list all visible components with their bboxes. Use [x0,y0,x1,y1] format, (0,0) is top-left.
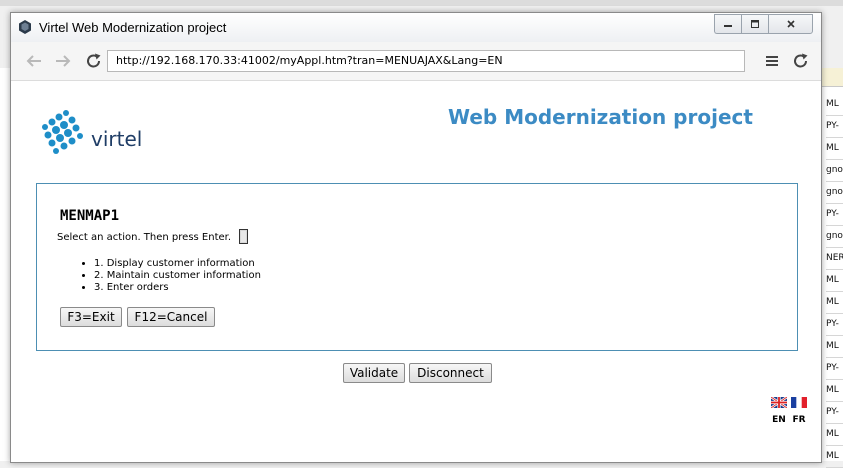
back-arrow-icon[interactable] [25,53,43,69]
reload-icon[interactable] [85,53,103,69]
background-row: gnor [826,226,843,248]
minimize-button[interactable] [714,14,741,34]
browser-toolbar: http://192.168.170.33:41002/myAppl.htm?t… [11,42,821,81]
background-row: ML [826,446,843,468]
background-app-rows: ML PY- ML gnor gnor PY- gnor NER ML ML P… [826,94,843,468]
maximize-icon [751,20,759,28]
background-row: gnor [826,182,843,204]
url-input[interactable]: http://192.168.170.33:41002/myAppl.htm?t… [107,50,745,72]
logo-text: virtel [91,127,143,151]
background-row: ML [826,424,843,446]
background-row: NER [826,248,843,270]
page-heading: Web Modernization project [448,105,753,129]
f12-cancel-button[interactable]: F12=Cancel [127,307,215,327]
background-row: gnor [826,160,843,182]
background-row: ML [826,138,843,160]
background-row: PY- [826,314,843,336]
action-input[interactable] [239,229,248,244]
action-prompt: Select an action. Then press Enter. [57,232,232,243]
france-flag-icon [791,397,807,408]
page-content: virtel Web Modernization project MENMAP1… [11,81,821,462]
background-row: ML [826,292,843,314]
f3-exit-button[interactable]: F3=Exit [60,307,122,327]
background-row: ML [826,94,843,116]
validate-button[interactable]: Validate [343,363,405,383]
map-title: MENMAP1 [60,208,120,224]
list-item: 3. Enter orders [94,282,261,294]
list-item: 2. Maintain customer information [94,270,261,282]
disconnect-button[interactable]: Disconnect [409,363,492,383]
lang-en[interactable]: EN [770,396,788,425]
background-row: ML [826,336,843,358]
lang-fr-label: FR [792,415,806,425]
background-app-left [0,68,10,461]
refresh-icon[interactable] [792,53,810,69]
menu-icon[interactable] [763,53,781,69]
background-app-topbar [0,0,843,6]
minimize-icon [724,25,732,27]
map-panel: MENMAP1 Select an action. Then press Ent… [36,183,798,351]
list-item: 1. Display customer information [94,258,261,270]
window-controls [714,14,813,34]
popup-window: Virtel Web Modernization project http://… [10,12,822,463]
background-app-header-cell [820,68,843,87]
forward-arrow-icon[interactable] [54,53,72,69]
lang-fr[interactable]: FR [790,397,808,425]
maximize-button[interactable] [741,14,768,34]
background-row: PY- [826,358,843,380]
close-button[interactable] [768,14,813,34]
background-row: ML [826,270,843,292]
background-row: PY- [826,116,843,138]
window-title: Virtel Web Modernization project [39,20,227,35]
window-titlebar[interactable]: Virtel Web Modernization project [11,13,821,42]
lang-en-label: EN [772,415,786,425]
background-row: PY- [826,204,843,226]
background-row: ML [826,380,843,402]
uk-flag-icon [770,396,788,409]
options-list: 1. Display customer information 2. Maint… [82,258,261,294]
app-icon [19,20,31,34]
background-row: PY- [826,402,843,424]
close-icon [786,20,795,28]
